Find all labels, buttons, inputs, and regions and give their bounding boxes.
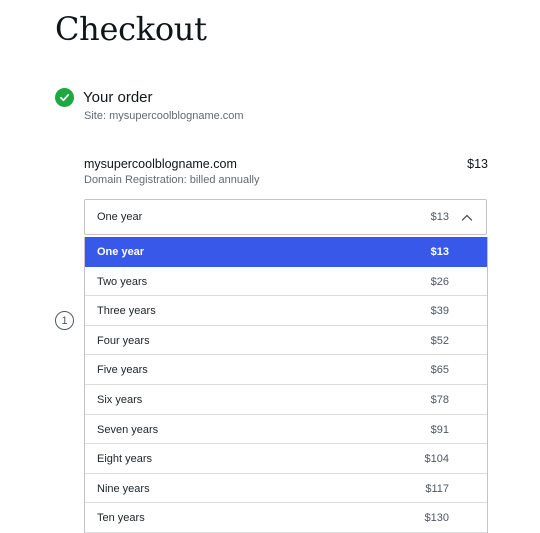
term-option-label: One year xyxy=(97,246,145,258)
term-option-price: $104 xyxy=(424,453,449,466)
term-option-price: $39 xyxy=(430,305,449,318)
term-option-7-years[interactable]: Seven years $91 xyxy=(85,415,487,445)
term-option-price: $52 xyxy=(430,334,449,347)
term-option-10-years[interactable]: Ten years $130 xyxy=(85,503,487,533)
term-option-5-years[interactable]: Five years $65 xyxy=(85,355,487,385)
term-option-3-years[interactable]: Three years $39 xyxy=(85,296,487,326)
term-option-6-years[interactable]: Six years $78 xyxy=(85,385,487,415)
order-item-price: $13 xyxy=(467,157,488,171)
term-option-label: Three years xyxy=(97,305,156,318)
term-option-1-year[interactable]: One year $13 xyxy=(85,237,487,267)
term-option-price: $117 xyxy=(425,482,449,495)
step-subtitle: Site: mysupercoolblogname.com xyxy=(84,110,244,122)
checkmark-icon xyxy=(55,88,74,107)
term-select[interactable]: One year $13 xyxy=(84,199,487,235)
term-option-label: Six years xyxy=(97,393,143,406)
term-option-8-years[interactable]: Eight years $104 xyxy=(85,444,487,474)
term-option-label: Seven years xyxy=(97,423,159,436)
term-option-label: Five years xyxy=(97,364,148,377)
term-option-price: $26 xyxy=(430,275,449,288)
step-number-badge: 1 xyxy=(55,311,74,330)
term-option-label: Nine years xyxy=(97,482,150,495)
term-select-price: $13 xyxy=(430,211,449,223)
order-item-name: mysupercoolblogname.com xyxy=(84,157,237,171)
page-title: Checkout xyxy=(55,10,207,48)
order-item-description: Domain Registration: billed annually xyxy=(84,174,260,186)
term-option-label: Two years xyxy=(97,275,148,288)
term-option-2-years[interactable]: Two years $26 xyxy=(85,267,487,297)
term-option-price: $13 xyxy=(430,246,449,258)
step-title: Your order xyxy=(83,89,153,106)
chevron-up-icon[interactable] xyxy=(460,211,474,225)
term-option-label: Eight years xyxy=(97,453,153,466)
checkmark-glyph xyxy=(59,94,70,102)
term-option-label: Four years xyxy=(97,334,150,347)
term-option-label: Ten years xyxy=(97,512,145,525)
term-option-price: $130 xyxy=(424,512,449,525)
term-option-9-years[interactable]: Nine years $117 xyxy=(85,474,487,504)
term-options-list: One year $13 Two years $26 Three years $… xyxy=(84,237,488,533)
term-option-price: $91 xyxy=(430,423,449,436)
term-option-4-years[interactable]: Four years $52 xyxy=(85,326,487,356)
term-option-price: $78 xyxy=(430,393,449,406)
term-select-value: One year xyxy=(97,211,143,223)
term-option-price: $65 xyxy=(430,364,449,377)
